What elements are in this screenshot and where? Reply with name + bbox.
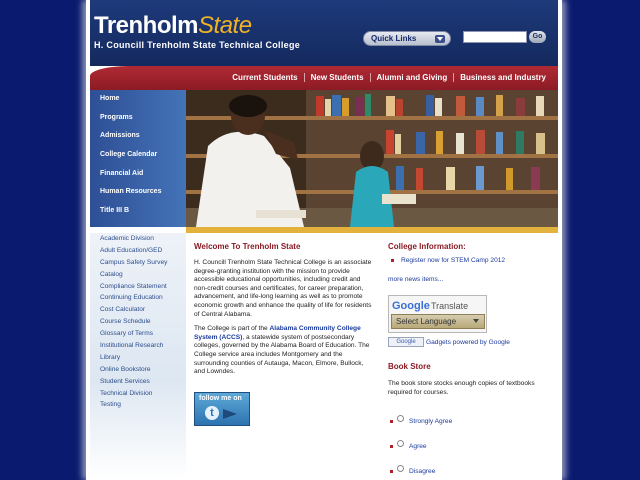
link-course-schedule[interactable]: Course Schedule <box>90 316 186 328</box>
gadgets-row: Google Gadgets powered by Google <box>388 337 554 347</box>
poll-option-label: Disagree <box>409 468 436 475</box>
top-nav-bar: Current Students New Students Alumni and… <box>90 66 558 90</box>
link-continuing-education[interactable]: Continuing Education <box>90 292 186 304</box>
follow-label: follow me on <box>199 395 242 402</box>
more-news-link[interactable]: more news items... <box>388 276 554 283</box>
poll-option-disagree[interactable]: Disagree <box>390 465 436 475</box>
site-logo[interactable]: TrenholmState <box>94 12 252 42</box>
google-plus-icon[interactable]: Google <box>388 337 424 347</box>
college-info-section: College Information: Register now for ST… <box>388 242 554 397</box>
poll-option-label: Strongly Agree <box>409 418 453 425</box>
accs-paragraph: The College is part of the Alabama Commu… <box>194 325 374 377</box>
bullet-icon <box>390 420 393 423</box>
top-nav-new-students[interactable]: New Students <box>303 73 370 82</box>
logo-accent-text: State <box>198 12 252 39</box>
side-nav-title-iii-b[interactable]: Title III B <box>90 202 186 221</box>
link-student-services[interactable]: Student Services <box>90 376 186 388</box>
link-library[interactable]: Library <box>90 352 186 364</box>
quick-links-dropdown[interactable]: Quick Links <box>363 31 451 46</box>
bullet-icon <box>390 470 393 473</box>
google-logo: Google <box>392 300 430 312</box>
welcome-heading: Welcome To Trenholm State <box>194 242 301 251</box>
translate-label: Translate <box>431 301 469 311</box>
top-nav-current-students[interactable]: Current Students <box>226 73 303 82</box>
book-store-question: The book store stocks enough copies of t… <box>388 380 535 396</box>
hero-photo <box>186 90 558 227</box>
quick-links-label: Quick Links <box>371 34 417 43</box>
link-testing[interactable]: Testing <box>90 399 186 411</box>
radio-button[interactable] <box>397 415 404 422</box>
side-nav-home[interactable]: Home <box>90 90 186 109</box>
side-nav-programs[interactable]: Programs <box>90 109 186 128</box>
side-nav-admissions[interactable]: Admissions <box>90 127 186 146</box>
twitter-icon: t <box>205 406 219 420</box>
library-students-image <box>186 90 558 227</box>
chevron-down-icon <box>435 35 445 43</box>
top-nav: Current Students New Students Alumni and… <box>226 73 552 82</box>
gold-divider <box>186 227 558 233</box>
college-name: H. Councill Trenholm State Technical Col… <box>94 40 301 50</box>
logo-main-text: Trenholm <box>94 12 199 39</box>
link-cost-calculator[interactable]: Cost Calculator <box>90 304 186 316</box>
radio-button[interactable] <box>397 465 404 472</box>
radio-button[interactable] <box>397 440 404 447</box>
top-nav-business-industry[interactable]: Business and Industry <box>453 73 552 82</box>
link-technical-division[interactable]: Technical Division <box>90 388 186 400</box>
link-online-bookstore[interactable]: Online Bookstore <box>90 364 186 376</box>
bullet-icon <box>390 445 393 448</box>
arrow-icon <box>223 409 237 419</box>
link-adult-education[interactable]: Adult Education/GED <box>90 245 186 257</box>
link-institutional-research[interactable]: Institutional Research <box>90 340 186 352</box>
link-academic-division[interactable]: Academic Division <box>90 233 186 245</box>
side-nav-college-calendar[interactable]: College Calendar <box>90 146 186 165</box>
welcome-section: Welcome To Trenholm State H. Councill Tr… <box>194 242 374 377</box>
college-info-heading: College Information: <box>388 242 466 251</box>
gadgets-link[interactable]: Gadgets powered by Google <box>426 339 510 346</box>
search-go-button[interactable]: Go <box>529 31 546 43</box>
side-nav-human-resources[interactable]: Human Resources <box>90 183 186 202</box>
select-language-dropdown[interactable]: Select Language <box>391 314 485 329</box>
link-compliance-statement[interactable]: Compliance Statement <box>90 281 186 293</box>
select-language-label: Select Language <box>396 317 457 326</box>
follow-twitter-button[interactable]: follow me on t <box>194 392 250 426</box>
link-glossary-of-terms[interactable]: Glossary of Terms <box>90 328 186 340</box>
quick-links-sidebar: Academic Division Adult Education/GED Ca… <box>90 233 186 480</box>
chevron-down-icon <box>473 319 479 323</box>
google-translate-widget: Google Translate Select Language <box>388 295 487 333</box>
link-campus-safety-survey[interactable]: Campus Safety Survey <box>90 257 186 269</box>
poll-option-label: Agree <box>409 443 427 450</box>
accs-text-start: The College is part of the <box>194 325 270 333</box>
poll-option-strongly-agree[interactable]: Strongly Agree <box>390 415 453 425</box>
search-input[interactable] <box>463 31 527 43</box>
mission-paragraph: H. Councill Trenholm State Technical Col… <box>194 259 372 318</box>
news-item-label: Register now for STEM Camp 2012 <box>401 257 506 264</box>
side-nav-financial-aid[interactable]: Financial Aid <box>90 165 186 184</box>
news-item[interactable]: Register now for STEM Camp 2012 <box>388 257 554 264</box>
link-catalog[interactable]: Catalog <box>90 269 186 281</box>
poll-option-agree[interactable]: Agree <box>390 440 427 450</box>
book-store-heading: Book Store <box>388 362 431 371</box>
top-nav-alumni-giving[interactable]: Alumni and Giving <box>369 73 454 82</box>
bullet-icon <box>391 259 394 262</box>
main-side-nav: Home Programs Admissions College Calenda… <box>90 90 186 227</box>
